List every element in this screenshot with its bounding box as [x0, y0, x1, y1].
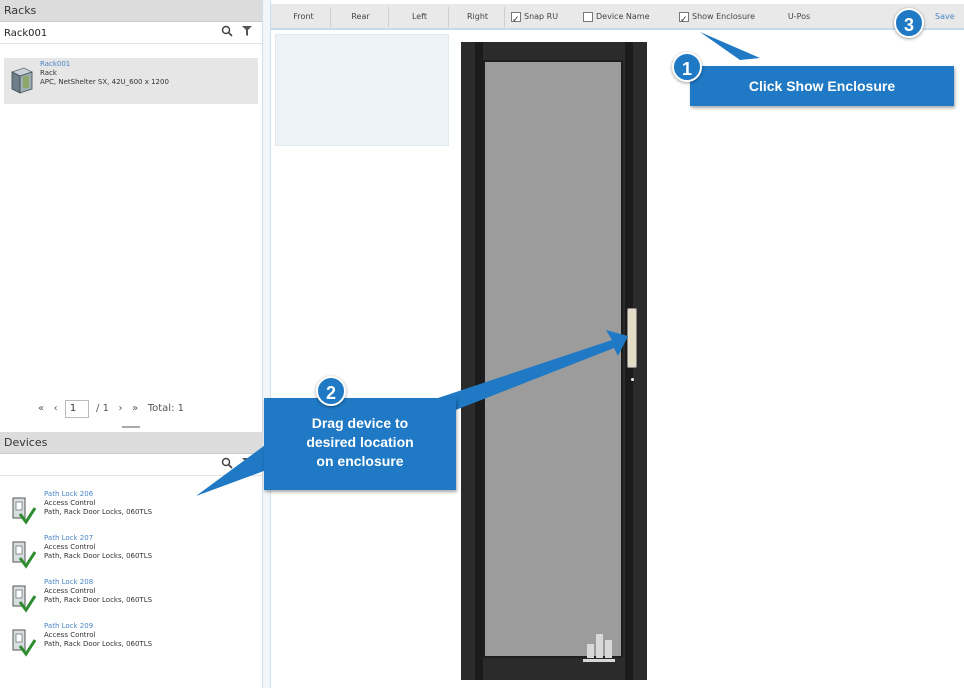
show-enclosure-label: Show Enclosure [692, 12, 756, 21]
device-item-text: Path Lock 207 Access Control Path, Rack … [44, 534, 152, 561]
device-item-text: Path Lock 206 Access Control Path, Rack … [44, 490, 152, 517]
pager-total: Total: 1 [147, 403, 184, 414]
device-item-model: Path, Rack Door Locks, 060TLS [44, 508, 153, 516]
right-view-button[interactable]: Right [451, 7, 505, 27]
callout-step-1-text: Click Show Enclosure [748, 78, 896, 94]
rack-enclosure[interactable] [461, 42, 647, 680]
callout-step-1: Click Show Enclosure [690, 66, 954, 106]
rack-designer-screen: Racks Rack001 Rack APC, NetShelter SX, 4… [0, 0, 964, 688]
view-toolbar: Front Rear Left Right Snap RU Device Nam… [271, 4, 964, 30]
front-view-button[interactable]: Front [277, 7, 331, 27]
save-button[interactable]: Save [935, 7, 963, 27]
panel-divider[interactable] [262, 0, 270, 688]
rack-search-row [0, 22, 262, 44]
door-lock-device-icon [12, 585, 36, 613]
device-search-row [0, 454, 262, 476]
device-name-checkbox[interactable] [583, 11, 593, 22]
filter-icon[interactable] [240, 25, 254, 39]
rack-door-panel[interactable] [483, 60, 623, 658]
search-icon[interactable] [220, 25, 234, 39]
rack-item-type: Rack [40, 69, 57, 77]
device-search-input[interactable] [4, 457, 204, 473]
panel-splitter-handle[interactable] [122, 426, 140, 428]
callout-step-1-badge: 1 [672, 52, 702, 82]
device-name-toggle[interactable]: Device Name [583, 7, 675, 27]
left-view-button[interactable]: Left [391, 7, 449, 27]
show-enclosure-checkbox[interactable] [679, 10, 689, 30]
rack-vendor-logo-icon [583, 634, 615, 662]
devices-panel-header: Devices [0, 432, 262, 454]
pager-prev-button[interactable]: ‹ [54, 403, 58, 414]
rack-search-input[interactable] [4, 25, 204, 41]
devices-panel: Devices [0, 432, 262, 476]
rack-door-indicator [631, 378, 634, 381]
filter-icon[interactable] [240, 457, 254, 471]
device-item-name[interactable]: Path Lock 207 [44, 534, 152, 543]
rack-list-item[interactable]: Rack001 Rack APC, NetShelter SX, 42U_600… [4, 58, 258, 104]
u-pos-toggle[interactable]: U-Pos [779, 7, 819, 27]
device-item-category: Access Control [44, 631, 96, 639]
callout-step-3-badge: 3 [894, 8, 924, 38]
device-list-item[interactable]: Path Lock 208 Access Control Path, Rack … [0, 576, 262, 620]
callout-step-2-line3: on enclosure [316, 453, 404, 469]
door-lock-device-icon [12, 497, 36, 525]
show-enclosure-toggle[interactable]: Show Enclosure [679, 7, 779, 30]
door-lock-device-icon [12, 629, 36, 657]
device-item-name[interactable]: Path Lock 206 [44, 490, 152, 499]
device-name-label: Device Name [596, 12, 650, 21]
rack-left-rail [475, 42, 483, 680]
callout-step-2: Drag device to desired location on enclo… [264, 398, 456, 490]
device-item-category: Access Control [44, 543, 96, 551]
device-list-item[interactable]: Path Lock 206 Access Control Path, Rack … [0, 488, 262, 532]
racks-panel-header: Racks [0, 0, 262, 22]
device-item-model: Path, Rack Door Locks, 060TLS [44, 596, 153, 604]
device-list: Path Lock 206 Access Control Path, Rack … [0, 488, 262, 664]
device-item-name[interactable]: Path Lock 208 [44, 578, 152, 587]
device-item-model: Path, Rack Door Locks, 060TLS [44, 552, 153, 560]
snap-ru-toggle[interactable]: Snap RU [511, 7, 589, 30]
device-item-category: Access Control [44, 499, 96, 507]
pager-first-button[interactable]: « [38, 403, 44, 414]
pager-page-input[interactable]: 1 [64, 400, 89, 418]
device-list-item[interactable]: Path Lock 207 Access Control Path, Rack … [0, 532, 262, 576]
rack-door-handle[interactable] [627, 308, 637, 368]
rack-thumbnail-preview [275, 34, 449, 146]
snap-ru-checkbox[interactable] [511, 10, 521, 30]
rear-view-button[interactable]: Rear [333, 7, 389, 27]
device-list-item[interactable]: Path Lock 209 Access Control Path, Rack … [0, 620, 262, 664]
rack-item-name[interactable]: Rack001 [40, 60, 169, 69]
rack-pager: « ‹ 1 / 1 › » Total: 1 [38, 400, 184, 418]
callout-step-2-line1: Drag device to [311, 415, 409, 431]
callout-step-2-line2: desired location [306, 434, 414, 450]
device-item-name[interactable]: Path Lock 209 [44, 622, 152, 631]
callout-step-2-badge: 2 [316, 376, 346, 406]
snap-ru-label: Snap RU [524, 12, 559, 21]
rack-item-model: APC, NetShelter SX, 42U_600 x 1200 [40, 78, 169, 86]
search-icon[interactable] [220, 457, 234, 471]
pager-next-button[interactable]: › [119, 403, 123, 414]
device-item-category: Access Control [44, 587, 96, 595]
pager-last-button[interactable]: » [132, 403, 138, 414]
device-item-model: Path, Rack Door Locks, 060TLS [44, 640, 153, 648]
rack-item-text: Rack001 Rack APC, NetShelter SX, 42U_600… [40, 60, 169, 87]
pager-page-count: / 1 [96, 403, 109, 414]
rack-icon [10, 67, 34, 94]
device-item-text: Path Lock 208 Access Control Path, Rack … [44, 578, 152, 605]
door-lock-device-icon [12, 541, 36, 569]
left-panel: Racks Rack001 Rack APC, NetShelter SX, 4… [0, 0, 262, 688]
device-item-text: Path Lock 209 Access Control Path, Rack … [44, 622, 152, 649]
